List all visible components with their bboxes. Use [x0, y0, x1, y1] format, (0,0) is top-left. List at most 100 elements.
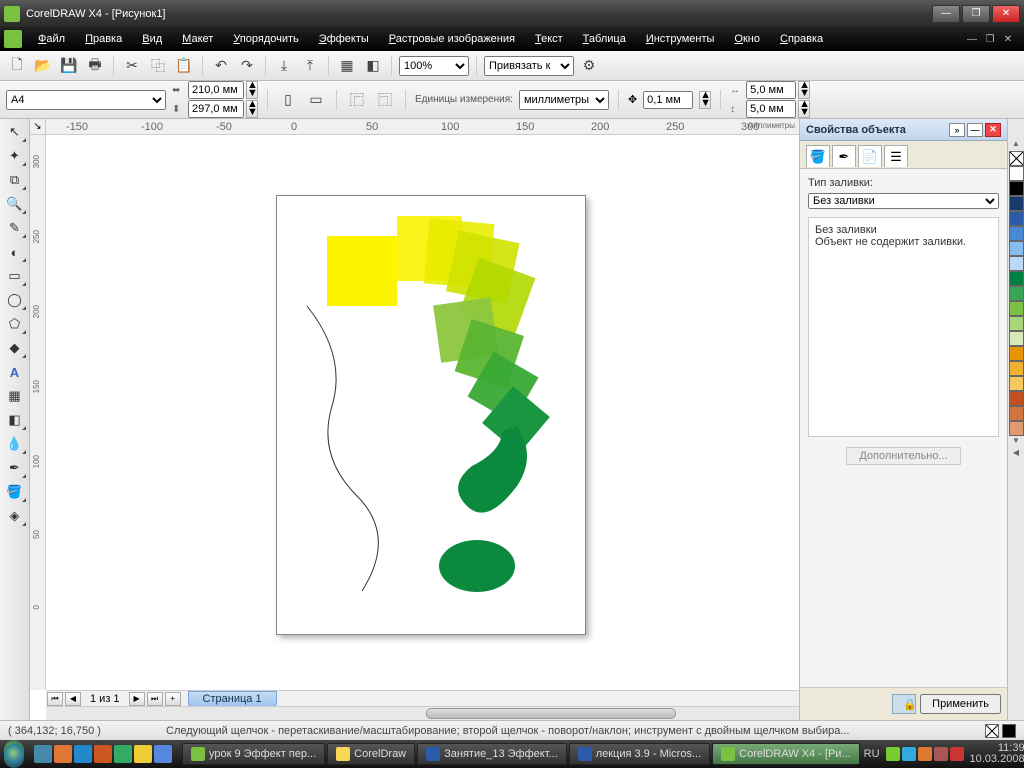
page-width-input[interactable] — [188, 81, 244, 99]
color-swatch[interactable] — [1009, 301, 1024, 316]
mdi-restore-button[interactable]: ❐ — [982, 32, 998, 46]
canvas-viewport[interactable] — [46, 135, 799, 690]
menu-file[interactable]: Файл — [28, 30, 75, 48]
fill-tab[interactable]: 🪣 — [806, 145, 830, 167]
palette-up-button[interactable]: ▲ — [1008, 139, 1024, 151]
menu-table[interactable]: Таблица — [573, 30, 636, 48]
spinner[interactable]: ▲▼ — [699, 91, 711, 109]
zoom-select[interactable]: 100% — [399, 56, 469, 76]
new-button[interactable]: 🗋 — [6, 55, 28, 77]
paste-button[interactable]: 📋 — [173, 55, 195, 77]
color-swatch[interactable] — [1009, 361, 1024, 376]
page-layout-button[interactable]: ⿸ — [346, 89, 368, 111]
drawing-area[interactable]: ↘ -150 -100 -50 0 50 100 150 200 250 300… — [30, 119, 799, 720]
snap-select[interactable]: Привязать к — [484, 56, 574, 76]
menu-text[interactable]: Текст — [525, 30, 573, 48]
outline-tool[interactable]: ✒ — [3, 457, 27, 479]
palette-down-button[interactable]: ▼ — [1008, 436, 1024, 448]
redo-button[interactable]: ↷ — [236, 55, 258, 77]
docker-close-button[interactable]: ✕ — [985, 123, 1001, 137]
menu-effects[interactable]: Эффекты — [309, 30, 379, 48]
interactivefill-tool[interactable]: ◈ — [3, 505, 27, 527]
export-button[interactable]: ⤒ — [299, 55, 321, 77]
docker-collapse-button[interactable]: — — [967, 123, 983, 137]
undo-button[interactable]: ↶ — [210, 55, 232, 77]
first-page-button[interactable]: ⏮ — [47, 692, 63, 706]
pick-tool[interactable]: ↖ — [3, 121, 27, 143]
tray-icon[interactable] — [886, 747, 900, 761]
import-button[interactable]: ⤓ — [273, 55, 295, 77]
ql-item[interactable] — [54, 745, 72, 763]
fill-tool[interactable]: 🪣 — [3, 481, 27, 503]
last-page-button[interactable]: ⏭ — [147, 692, 163, 706]
color-swatch[interactable] — [1009, 391, 1024, 406]
zoom-tool[interactable]: 🔍 — [3, 193, 27, 215]
task-button[interactable]: CorelDraw — [327, 743, 415, 765]
mdi-minimize-button[interactable]: — — [964, 32, 980, 46]
spinner[interactable]: ▲▼ — [798, 100, 810, 118]
cut-button[interactable]: ✂ — [121, 55, 143, 77]
prev-page-button[interactable]: ◀ — [65, 692, 81, 706]
dup-y-input[interactable] — [746, 100, 796, 118]
color-swatch[interactable] — [1009, 421, 1024, 436]
print-button[interactable]: 🖶 — [84, 55, 106, 77]
color-swatch[interactable] — [1009, 166, 1024, 181]
paper-size-select[interactable]: A4 — [6, 90, 166, 110]
menu-edit[interactable]: Правка — [75, 30, 132, 48]
ql-item[interactable] — [34, 745, 52, 763]
task-button[interactable]: урок 9 Эффект пер... — [182, 743, 325, 765]
interactive-tool[interactable]: ◧ — [3, 409, 27, 431]
maximize-button[interactable]: ❐ — [962, 5, 990, 23]
vertical-ruler[interactable]: 300 250 200 150 100 50 0 — [30, 135, 46, 690]
menu-tools[interactable]: Инструменты — [636, 30, 725, 48]
options-button[interactable]: ⚙ — [578, 55, 600, 77]
color-swatch[interactable] — [1009, 376, 1024, 391]
outline-tab[interactable]: ✒ — [832, 145, 856, 167]
page-height-input[interactable] — [188, 100, 244, 118]
add-page-button[interactable]: + — [165, 692, 181, 706]
ellipse-tool[interactable]: ◯ — [3, 289, 27, 311]
apply-button[interactable]: Применить — [920, 694, 1001, 714]
basicshapes-tool[interactable]: ◆ — [3, 337, 27, 359]
menu-layout[interactable]: Макет — [172, 30, 223, 48]
color-swatch[interactable] — [1009, 211, 1024, 226]
menu-help[interactable]: Справка — [770, 30, 833, 48]
table-tool[interactable]: ▦ — [3, 385, 27, 407]
spinner[interactable]: ▲▼ — [246, 100, 258, 118]
smartfill-tool[interactable]: ◐ — [3, 241, 27, 263]
color-swatch[interactable] — [1009, 316, 1024, 331]
units-select[interactable]: миллиметры — [519, 90, 609, 110]
color-swatch[interactable] — [1009, 271, 1024, 286]
color-swatch[interactable] — [1009, 196, 1024, 211]
text-tab[interactable]: 📄 — [858, 145, 882, 167]
ql-item[interactable] — [154, 745, 172, 763]
palette-flyout-button[interactable]: ◀ — [1008, 448, 1024, 460]
lock-button[interactable]: 🔒 — [892, 694, 916, 714]
text-tool[interactable]: A — [3, 361, 27, 383]
freehand-tool[interactable]: ✎ — [3, 217, 27, 239]
rectangle-tool[interactable]: ▭ — [3, 265, 27, 287]
lang-indicator[interactable]: RU — [864, 748, 880, 760]
ql-item[interactable] — [134, 745, 152, 763]
no-fill-swatch[interactable] — [1009, 151, 1024, 166]
color-swatch[interactable] — [1009, 346, 1024, 361]
save-button[interactable]: 💾 — [58, 55, 80, 77]
tray-icon[interactable] — [934, 747, 948, 761]
color-swatch[interactable] — [1009, 241, 1024, 256]
welcome-button[interactable]: ◧ — [362, 55, 384, 77]
minimize-button[interactable]: — — [932, 5, 960, 23]
fill-type-select[interactable]: Без заливки — [808, 193, 999, 209]
internet-tab[interactable]: ☰ — [884, 145, 908, 167]
ql-item[interactable] — [94, 745, 112, 763]
copy-button[interactable]: ⿻ — [147, 55, 169, 77]
horizontal-ruler[interactable]: -150 -100 -50 0 50 100 150 200 250 300 м… — [46, 119, 799, 135]
portrait-button[interactable]: ▯ — [277, 89, 299, 111]
page-tab[interactable]: Страница 1 — [188, 691, 277, 707]
menu-arrange[interactable]: Упорядочить — [223, 30, 308, 48]
spinner[interactable]: ▲▼ — [798, 81, 810, 99]
docker-expand-button[interactable]: » — [949, 123, 965, 137]
task-button[interactable]: Занятие_13 Эффект... — [417, 743, 567, 765]
tray-icon[interactable] — [918, 747, 932, 761]
ruler-origin[interactable]: ↘ — [30, 119, 46, 135]
horizontal-scrollbar[interactable] — [46, 706, 799, 720]
